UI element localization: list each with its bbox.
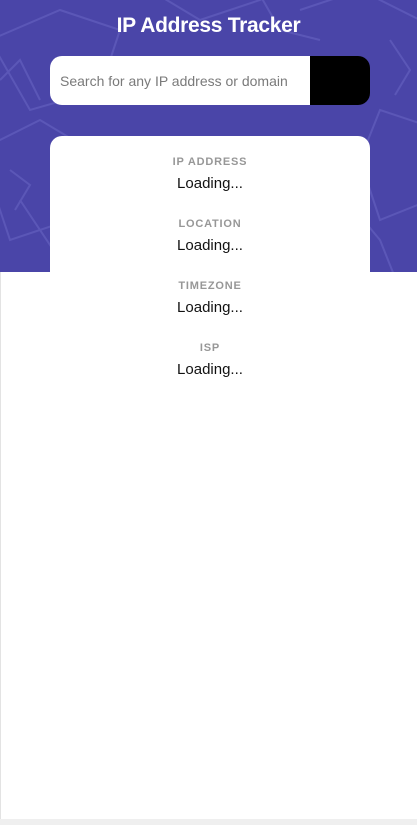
- location-value: Loading...: [177, 237, 243, 254]
- isp-value: Loading...: [177, 361, 243, 378]
- isp-block: ISP Loading...: [50, 341, 370, 379]
- chevron-right-icon: [53, 57, 67, 79]
- ip-address-label: IP ADDRESS: [172, 156, 248, 168]
- search-submit-button[interactable]: [53, 56, 370, 105]
- timezone-value: Loading...: [177, 299, 243, 316]
- location-label: LOCATION: [178, 218, 242, 230]
- ip-info-card: IP ADDRESS Loading... LOCATION Loading..…: [50, 136, 370, 396]
- isp-label: ISP: [199, 342, 221, 354]
- map-area-border: [0, 272, 1, 819]
- search-input[interactable]: [50, 56, 310, 105]
- app-page: IP Address Tracker IP ADDRESS Loading...…: [0, 0, 417, 825]
- bottom-edge: [0, 819, 417, 825]
- app-title: IP Address Tracker: [116, 14, 301, 37]
- ip-address-block: IP ADDRESS Loading...: [50, 155, 370, 193]
- timezone-label: TIMEZONE: [178, 280, 242, 292]
- timezone-block: TIMEZONE Loading...: [50, 279, 370, 317]
- search-form: [50, 56, 370, 105]
- ip-address-value: Loading...: [177, 175, 243, 192]
- location-block: LOCATION Loading...: [50, 217, 370, 255]
